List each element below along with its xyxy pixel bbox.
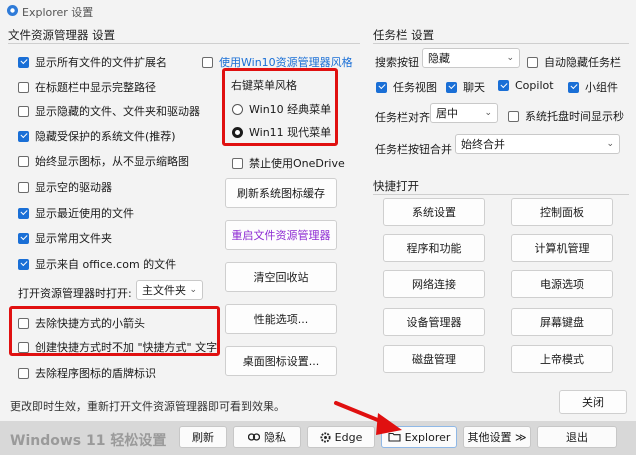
radio-button[interactable] bbox=[232, 126, 243, 138]
quick-god-mode-button[interactable]: 上帝模式 bbox=[511, 345, 613, 373]
option-auto-hide-taskbar[interactable]: 自动隐藏任务栏 bbox=[527, 54, 621, 70]
quick-computer-management-button[interactable]: 计算机管理 bbox=[511, 234, 613, 262]
checkbox[interactable] bbox=[18, 130, 29, 142]
explorer-section-title: 文件资源管理器 设置 bbox=[8, 28, 116, 42]
option-office-files[interactable]: 显示来自 office.com 的文件 bbox=[18, 256, 176, 272]
desktop-icons-button[interactable]: 桌面图标设置... bbox=[225, 346, 337, 376]
quick-network-button[interactable]: 网络连接 bbox=[383, 270, 485, 298]
refresh-icon-cache-button[interactable]: 刷新系统图标缓存 bbox=[225, 178, 337, 208]
option-full-path[interactable]: 在标题栏中显示完整路径 bbox=[18, 79, 156, 95]
quick-device-manager-button[interactable]: 设备管理器 bbox=[383, 308, 485, 336]
option-always-icons[interactable]: 始终显示图标，从不显示缩略图 bbox=[18, 153, 189, 169]
checkbox[interactable] bbox=[18, 155, 29, 167]
radio-win11-menu[interactable]: Win11 现代菜单 bbox=[232, 124, 331, 140]
refresh-button[interactable]: 刷新 bbox=[179, 426, 227, 448]
chevron-down-icon: ⌄ bbox=[506, 53, 514, 63]
empty-recycle-bin-button[interactable]: 清空回收站 bbox=[225, 262, 337, 292]
chevron-down-icon: ⌄ bbox=[484, 108, 492, 118]
checkbox[interactable] bbox=[18, 232, 29, 244]
exit-button[interactable]: 退出 bbox=[537, 426, 617, 448]
chevron-down-icon: ⌄ bbox=[189, 285, 197, 295]
gear-icon bbox=[320, 431, 331, 443]
checkbox[interactable] bbox=[18, 105, 29, 117]
checkbox[interactable] bbox=[18, 81, 29, 93]
option-hide-protected[interactable]: 隐藏受保护的系统文件(推荐) bbox=[18, 128, 176, 144]
annotation-arrow-icon bbox=[334, 401, 402, 435]
taskbar-align-label: 任务栏对齐 bbox=[375, 111, 430, 124]
option-tray-seconds[interactable]: 系统托盘时间显示秒 bbox=[508, 108, 624, 124]
performance-options-button[interactable]: 性能选项... bbox=[225, 304, 337, 334]
other-settings-button[interactable]: 其他设置 ≫ bbox=[463, 426, 531, 448]
radio-win10-menu[interactable]: Win10 经典菜单 bbox=[232, 101, 331, 117]
checkbox[interactable] bbox=[527, 56, 538, 68]
taskbar-align-select[interactable]: 居中 ⌄ bbox=[430, 103, 498, 123]
taskbar-section-title: 任务栏 设置 bbox=[373, 28, 435, 42]
checkbox[interactable] bbox=[202, 56, 213, 68]
section-divider bbox=[373, 43, 629, 44]
title-bar: Explorer 设置 bbox=[0, 0, 636, 22]
section-divider bbox=[373, 194, 629, 195]
toggle-chat[interactable]: 聊天 bbox=[446, 79, 485, 95]
checkbox[interactable] bbox=[18, 317, 29, 329]
radio-button[interactable] bbox=[232, 103, 243, 115]
chevron-down-icon: ⌄ bbox=[606, 139, 614, 149]
toggle-task-view[interactable]: 任务视图 bbox=[376, 79, 437, 95]
privacy-button[interactable]: 隐私 bbox=[233, 426, 301, 448]
taskbar-merge-label: 任务栏按钮合并 bbox=[375, 143, 452, 156]
toggle-copilot[interactable]: Copilot bbox=[498, 79, 554, 92]
option-frequent-folders[interactable]: 显示常用文件夹 bbox=[18, 230, 112, 246]
checkbox[interactable] bbox=[568, 81, 579, 93]
option-disable-onedrive[interactable]: 禁止使用OneDrive bbox=[232, 155, 345, 171]
search-button-select[interactable]: 隐藏 ⌄ bbox=[422, 48, 520, 68]
context-menu-title: 右键菜单风格 bbox=[231, 79, 297, 92]
quick-onscreen-keyboard-button[interactable]: 屏幕键盘 bbox=[511, 308, 613, 336]
checkbox[interactable] bbox=[18, 207, 29, 219]
checkbox[interactable] bbox=[446, 81, 457, 93]
quick-disk-management-button[interactable]: 磁盘管理 bbox=[383, 345, 485, 373]
restart-explorer-button[interactable]: 重启文件资源管理器 bbox=[225, 220, 337, 250]
quick-power-options-button[interactable]: 电源选项 bbox=[511, 270, 613, 298]
option-recent-files[interactable]: 显示最近使用的文件 bbox=[18, 205, 134, 221]
quick-open-section-title: 快捷打开 bbox=[373, 179, 419, 193]
checkbox[interactable] bbox=[18, 341, 29, 353]
option-show-hidden[interactable]: 显示隐藏的文件、文件夹和驱动器 bbox=[18, 103, 200, 119]
quick-programs-button[interactable]: 程序和功能 bbox=[383, 234, 485, 262]
window-title: Explorer 设置 bbox=[22, 6, 94, 19]
checkbox[interactable] bbox=[18, 56, 29, 68]
checkbox[interactable] bbox=[18, 258, 29, 270]
checkbox[interactable] bbox=[18, 181, 29, 193]
search-button-label: 搜索按钮 bbox=[375, 56, 419, 69]
checkbox[interactable] bbox=[18, 367, 29, 379]
option-empty-drives[interactable]: 显示空的驱动器 bbox=[18, 179, 112, 195]
gear-icon bbox=[7, 5, 18, 16]
taskbar-merge-select[interactable]: 始终合并 ⌄ bbox=[455, 134, 620, 154]
toggle-widgets[interactable]: 小组件 bbox=[568, 79, 618, 95]
eye-mask-icon bbox=[248, 433, 260, 441]
option-no-shortcut-text[interactable]: 创建快捷方式时不加 "快捷方式" 文字 bbox=[18, 339, 217, 355]
option-show-extensions[interactable]: 显示所有文件的文件扩展名 bbox=[18, 54, 167, 70]
quick-control-panel-button[interactable]: 控制面板 bbox=[511, 198, 613, 226]
quick-system-settings-button[interactable]: 系统设置 bbox=[383, 198, 485, 226]
checkbox[interactable] bbox=[232, 157, 243, 169]
checkbox[interactable] bbox=[376, 81, 387, 93]
brand-title: Windows 11 轻松设置 bbox=[10, 433, 167, 449]
status-text: 更改即时生效，重新打开文件资源管理器即可看到效果。 bbox=[10, 400, 285, 413]
option-remove-shield[interactable]: 去除程序图标的盾牌标识 bbox=[18, 365, 156, 381]
open-with-label: 打开资源管理器时打开: bbox=[18, 287, 132, 300]
open-with-select[interactable]: 主文件夹 ⌄ bbox=[136, 280, 203, 300]
option-remove-shortcut-arrow[interactable]: 去除快捷方式的小箭头 bbox=[18, 315, 145, 331]
checkbox[interactable] bbox=[508, 110, 519, 122]
section-divider bbox=[8, 43, 360, 44]
close-button[interactable]: 关闭 bbox=[559, 390, 627, 414]
checkbox[interactable] bbox=[498, 80, 509, 91]
